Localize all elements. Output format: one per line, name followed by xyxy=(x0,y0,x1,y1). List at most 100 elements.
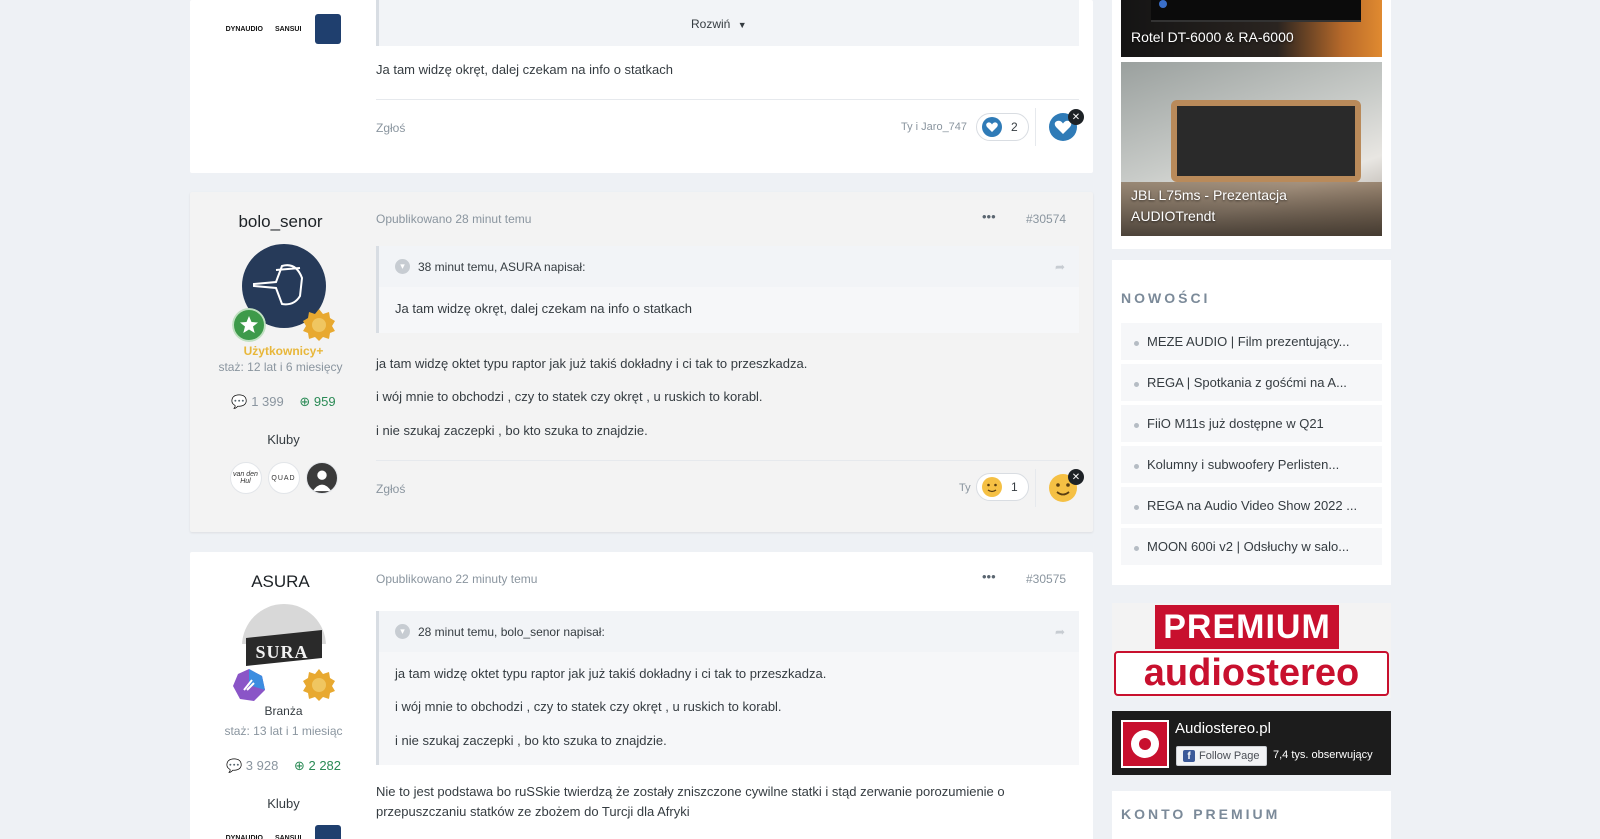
seniority: staż: 13 lat i 1 miesiąc xyxy=(224,724,343,738)
post-previous: DYNAUDIO SANSUI Rozwiń ▼ Ja tam widzę ok… xyxy=(190,0,1093,173)
clubs-label: Kluby xyxy=(267,432,300,447)
expand-button[interactable]: Rozwiń ▼ xyxy=(691,17,747,31)
featured-tile-rotel[interactable]: Rotel DT-6000 & RA-6000 xyxy=(1121,0,1382,57)
club-logos: DYNAUDIO SANSUI xyxy=(190,825,377,839)
user-group: Użytkownicy+ xyxy=(243,344,324,358)
plus-circle-icon: ⊕ xyxy=(293,758,305,773)
news-item[interactable]: REGA | Spotkania z gośćmi na A... xyxy=(1121,364,1382,401)
remove-reaction-icon[interactable]: ✕ xyxy=(1068,109,1084,125)
club-sansui[interactable]: SANSUI xyxy=(275,835,301,839)
divider xyxy=(376,460,1079,461)
club-sansui[interactable]: SANSUI xyxy=(275,26,301,44)
divider xyxy=(376,99,1079,100)
post-paragraph: Nie to jest podstawa bo ruSSkie twierdzą… xyxy=(376,784,1005,799)
post-author-panel: DYNAUDIO SANSUI xyxy=(190,14,377,44)
quote-header: ▾ 28 minut temu, bolo_senor napisał: ➦ xyxy=(379,611,1079,652)
reaction-summary[interactable]: 1 xyxy=(976,473,1029,501)
club-vandenhul[interactable]: van den Hul xyxy=(229,462,262,494)
chevron-down-icon: ▼ xyxy=(737,20,747,30)
club-dynaudio[interactable]: DYNAUDIO xyxy=(226,835,263,839)
achievement-badge-icon[interactable] xyxy=(302,668,336,702)
reaction-summary[interactable]: 2 xyxy=(976,113,1029,141)
news-widget: NOWOŚCI MEZE AUDIO | Film prezentujący..… xyxy=(1112,260,1391,585)
report-link[interactable]: Zgłoś xyxy=(376,482,405,496)
post-number[interactable]: #30574 xyxy=(1026,212,1066,226)
news-item[interactable]: MEZE AUDIO | Film prezentujący... xyxy=(1121,323,1382,360)
quote-header: ▾ 38 minut temu, ASURA napisał: ➦ xyxy=(379,246,1079,287)
post-text: Ja tam widzę okręt, dalej czekam na info… xyxy=(376,62,673,77)
expand-quote-icon[interactable]: ▾ xyxy=(395,259,410,274)
quote-block: ▾ 28 minut temu, bolo_senor napisał: ➦ j… xyxy=(376,611,1079,765)
expand-quote-icon[interactable]: ▾ xyxy=(395,624,410,639)
premium-top: PREMIUM xyxy=(1155,605,1339,649)
news-item[interactable]: REGA na Audio Video Show 2022 ... xyxy=(1121,487,1382,524)
published-time[interactable]: Opublikowano 28 minut temu xyxy=(376,212,531,226)
club-badge-icon[interactable] xyxy=(315,825,342,839)
post-30574: bolo_senor Użytkownicy+ staż: 12 lat i 6… xyxy=(190,192,1093,532)
published-time[interactable]: Opublikowano 22 minuty temu xyxy=(376,572,537,586)
plus-circle-icon: ⊕ xyxy=(299,394,311,409)
featured-tile-label: JBL L75ms - Prezentacja xyxy=(1131,187,1287,203)
posts-count[interactable]: 3 928 xyxy=(246,758,279,773)
premium-account-title: KONTO PREMIUM xyxy=(1121,806,1281,822)
reactors-list[interactable]: Ty xyxy=(959,482,971,494)
clubs-label: Kluby xyxy=(267,796,300,811)
post-number[interactable]: #30575 xyxy=(1026,572,1066,586)
rank-rocket-icon[interactable] xyxy=(232,668,266,702)
post-30575: ASURA SURA Branża staż: 13 lat i 1 miesi… xyxy=(190,552,1093,839)
post-paragraph: i wój mnie to obchodzi , czy to statek c… xyxy=(376,389,763,404)
facebook-icon: f xyxy=(1183,750,1195,762)
heart-like-icon xyxy=(982,117,1002,137)
user-stats: 💬 1 399 ⊕ 959 xyxy=(190,394,377,410)
post-menu-button[interactable]: ••• xyxy=(982,209,996,224)
club-dynaudio[interactable]: DYNAUDIO xyxy=(226,26,263,44)
reputation-count[interactable]: 959 xyxy=(314,394,336,409)
club-default-avatar-icon[interactable] xyxy=(305,462,338,494)
premium-banner[interactable]: PREMIUM audiostereo xyxy=(1112,603,1391,698)
club-list: van den Hul QUAD xyxy=(190,462,377,494)
premium-bottom: audiostereo xyxy=(1114,651,1389,696)
share-icon[interactable]: ➦ xyxy=(1055,260,1065,274)
share-icon[interactable]: ➦ xyxy=(1055,625,1065,639)
achievement-badge-icon[interactable] xyxy=(302,308,336,342)
separator xyxy=(1035,108,1036,146)
comment-icon: 💬 xyxy=(231,394,248,409)
quote-body: Ja tam widzę okręt, dalej czekam na info… xyxy=(379,287,1079,333)
expanded-quote-bottom: Rozwiń ▼ xyxy=(376,0,1079,46)
featured-tile-label: Rotel DT-6000 & RA-6000 xyxy=(1131,29,1294,45)
user-group: Branża xyxy=(264,704,303,718)
post-paragraph: przepuszczaniu statków ze zbożem do Turc… xyxy=(376,804,690,819)
fb-page-name[interactable]: Audiostereo.pl xyxy=(1175,720,1271,737)
posts-count[interactable]: 1 399 xyxy=(251,394,284,409)
post-paragraph: ja tam widzę oktet typu raptor jak już t… xyxy=(376,356,808,371)
smile-icon xyxy=(982,477,1002,497)
news-item[interactable]: Kolumny i subwoofery Perlisten... xyxy=(1121,446,1382,483)
post-author-panel: bolo_senor Użytkownicy+ staż: 12 lat i 6… xyxy=(190,212,377,494)
comment-icon: 💬 xyxy=(225,758,243,773)
reactors-list[interactable]: Ty i Jaro_747 xyxy=(901,121,967,133)
post-author-panel: ASURA SURA Branża staż: 13 lat i 1 miesi… xyxy=(190,572,377,839)
author-name[interactable]: ASURA xyxy=(184,572,377,592)
reputation-count[interactable]: 2 282 xyxy=(308,758,341,773)
fb-followers: 7,4 tys. obserwujący xyxy=(1273,749,1373,761)
club-logos: DYNAUDIO SANSUI xyxy=(190,14,377,44)
news-item[interactable]: FiiO M11s już dostępne w Q21 xyxy=(1121,405,1382,442)
rank-star-icon[interactable] xyxy=(232,308,266,342)
featured-tile-label: AUDIOTrendt xyxy=(1131,208,1216,224)
report-link[interactable]: Zgłoś xyxy=(376,121,405,135)
fb-follow-button[interactable]: f Follow Page xyxy=(1176,746,1267,766)
featured-widget: Rotel DT-6000 & RA-6000 JBL L75ms - Prez… xyxy=(1112,0,1391,249)
featured-tile-jbl[interactable]: JBL L75ms - Prezentacja AUDIOTrendt xyxy=(1121,62,1382,236)
remove-reaction-icon[interactable]: ✕ xyxy=(1068,469,1084,485)
premium-account-widget: KONTO PREMIUM xyxy=(1112,791,1391,839)
separator xyxy=(1035,469,1036,507)
quote-body: ja tam widzę oktet typu raptor jak już t… xyxy=(379,652,1079,765)
post-menu-button[interactable]: ••• xyxy=(982,569,996,584)
fb-page-logo[interactable] xyxy=(1121,720,1169,768)
news-item[interactable]: MOON 600i v2 | Odsłuchy w salo... xyxy=(1121,528,1382,565)
club-badge-icon[interactable] xyxy=(315,14,342,44)
author-name[interactable]: bolo_senor xyxy=(184,212,377,232)
facebook-widget[interactable]: Audiostereo.pl f Follow Page 7,4 tys. ob… xyxy=(1112,711,1391,775)
seniority: staż: 12 lat i 6 miesięcy xyxy=(218,360,343,374)
club-quad[interactable]: QUAD xyxy=(267,462,300,494)
